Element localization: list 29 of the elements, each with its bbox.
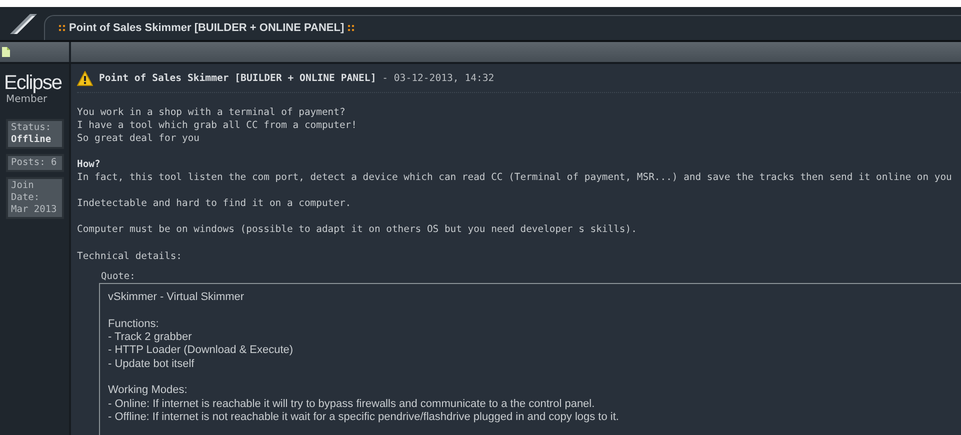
bullet-icon — [348, 25, 354, 31]
stat-label: Join Date: Mar 2013 — [11, 180, 58, 216]
post-text: Functions: — [108, 318, 160, 331]
post-text: - Online: If internet is reachable it will try to bypass firewalls and communicate to a the control panel. — [108, 398, 596, 411]
post-text: So great deal for you — [77, 132, 200, 146]
stat-label: Status: — [11, 122, 52, 134]
stat-label: Posts: 6 — [11, 157, 58, 169]
post-heading: Point of Sales Skimmer [BUILDER + ONLINE PANEL] - 03-12-2013, 14:32 — [99, 72, 494, 84]
post-text: - Offline: If internet is not reachable it wait for a specific pendrive/flashdrive plugged in and copy logs to it. — [108, 410, 620, 424]
post-text: Working Modes: — [108, 384, 188, 398]
post-text: I have a tool which grab all CC from a computer! — [77, 120, 358, 133]
warning-icon — [77, 70, 93, 86]
post-text: - Update bot itself — [108, 358, 196, 371]
stat-value: Offline — [11, 134, 52, 146]
post-text: - Track 2 grabber — [108, 330, 193, 344]
bullet-icon — [59, 25, 65, 31]
post-subheading: How? — [77, 158, 102, 172]
thread-title: Point of Sales Skimmer [BUILDER + ONLINE PANEL] — [69, 22, 344, 34]
post-text: vSkimmer - Virtual Skimmer — [108, 290, 246, 304]
document-icon — [2, 47, 10, 57]
post-text: Indetectable and hard to find it on a computer. — [77, 198, 352, 211]
username: Eclipse — [4, 72, 63, 94]
post-text: Technical details: — [77, 250, 183, 264]
post-text: You work in a shop with a terminal of payment? — [77, 107, 346, 120]
post-text: In fact, this tool listen the com port, detect a device which can read CC (Terminal of payment, MSR...) and save the tracks then send it online on you — [77, 172, 953, 184]
quote-label: Quote: — [101, 270, 136, 282]
user-rank: Member — [6, 94, 48, 105]
post-text: Computer must be on windows (possible to adapt it on others OS but you need developer s skills). — [77, 224, 638, 238]
post-text: - HTTP Loader (Download & Execute) — [108, 344, 294, 358]
